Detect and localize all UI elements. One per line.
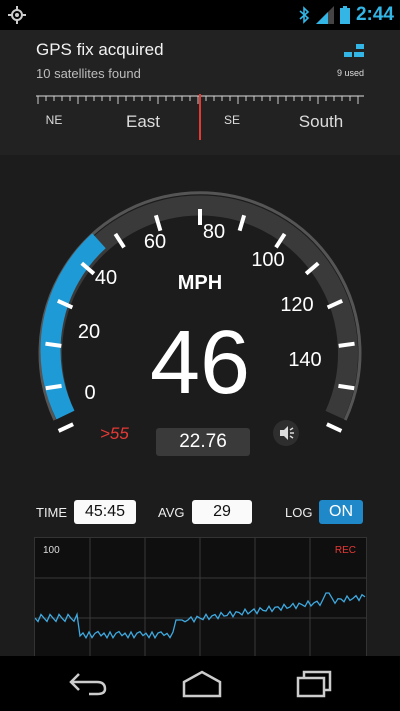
home-icon[interactable]	[180, 670, 224, 698]
graph-max-label: 100	[43, 545, 60, 556]
log-wrapper: LOG	[285, 500, 312, 524]
tick-label-40: 40	[95, 267, 117, 289]
gauge-tick	[326, 422, 343, 433]
satellites-found: 10 satellites found	[36, 66, 141, 81]
speedometer-gauge: MPH 46 0 20 40 60 80 100 120 140	[38, 191, 362, 433]
compass-label-se: SE	[223, 113, 241, 127]
speaker-icon[interactable]	[273, 420, 299, 446]
gps-status-title: GPS fix acquired	[36, 40, 164, 59]
bluetooth-icon	[299, 6, 310, 24]
log-toggle-button[interactable]: ON	[319, 500, 363, 524]
gauge-tick	[45, 341, 62, 348]
avg-field-wrapper: 29	[192, 500, 252, 524]
gauge-tick	[45, 383, 62, 391]
odometer[interactable]: 22.76	[156, 428, 250, 456]
avg-wrapper: AVG	[158, 500, 185, 524]
compass-label-ne: NE	[45, 113, 63, 127]
current-speed: 46	[150, 313, 250, 413]
gauge-tick	[57, 422, 74, 433]
tick-label-120: 120	[280, 294, 313, 316]
gauge-unit-label: MPH	[178, 272, 222, 294]
trip-time-field[interactable]: 45:45	[74, 500, 136, 524]
trip-time-wrapper: 45:45	[74, 500, 136, 524]
tick-label-80: 80	[203, 221, 225, 243]
speed-limit-alert[interactable]: >55	[100, 424, 129, 444]
tick-label-0: 0	[84, 382, 95, 404]
graph-canvas	[35, 538, 366, 658]
back-icon[interactable]	[67, 670, 111, 696]
trip-time-control: TIME	[36, 500, 67, 524]
avg-speed-field[interactable]: 29	[192, 500, 252, 524]
tick-label-20: 20	[78, 321, 100, 343]
tick-label-140: 140	[288, 349, 321, 371]
speed-history-graph[interactable]: 100 REC	[34, 537, 367, 659]
log-label: LOG	[285, 504, 313, 520]
battery-icon	[339, 6, 350, 24]
time-label: TIME	[36, 504, 68, 520]
compass-label-east: East	[125, 112, 161, 131]
status-time: 2:44	[355, 4, 394, 25]
signal-icon	[315, 6, 334, 24]
gauge-tick	[338, 341, 355, 348]
satellite-bars-icon[interactable]	[344, 44, 364, 58]
recent-apps-icon[interactable]	[296, 670, 332, 698]
compass-label-south: South	[298, 112, 344, 131]
recording-indicator: REC	[334, 545, 356, 556]
log-toggle-wrapper: ON	[319, 500, 363, 524]
status-bar: 2:44	[0, 0, 400, 30]
navigation-bar	[0, 656, 400, 711]
tick-label-100: 100	[251, 249, 284, 271]
satellites-used: 9 used	[336, 68, 364, 78]
tick-label-60: 60	[144, 231, 166, 253]
avg-label: AVG	[158, 504, 185, 520]
gauge-tick	[338, 383, 355, 391]
gps-icon	[8, 6, 26, 24]
